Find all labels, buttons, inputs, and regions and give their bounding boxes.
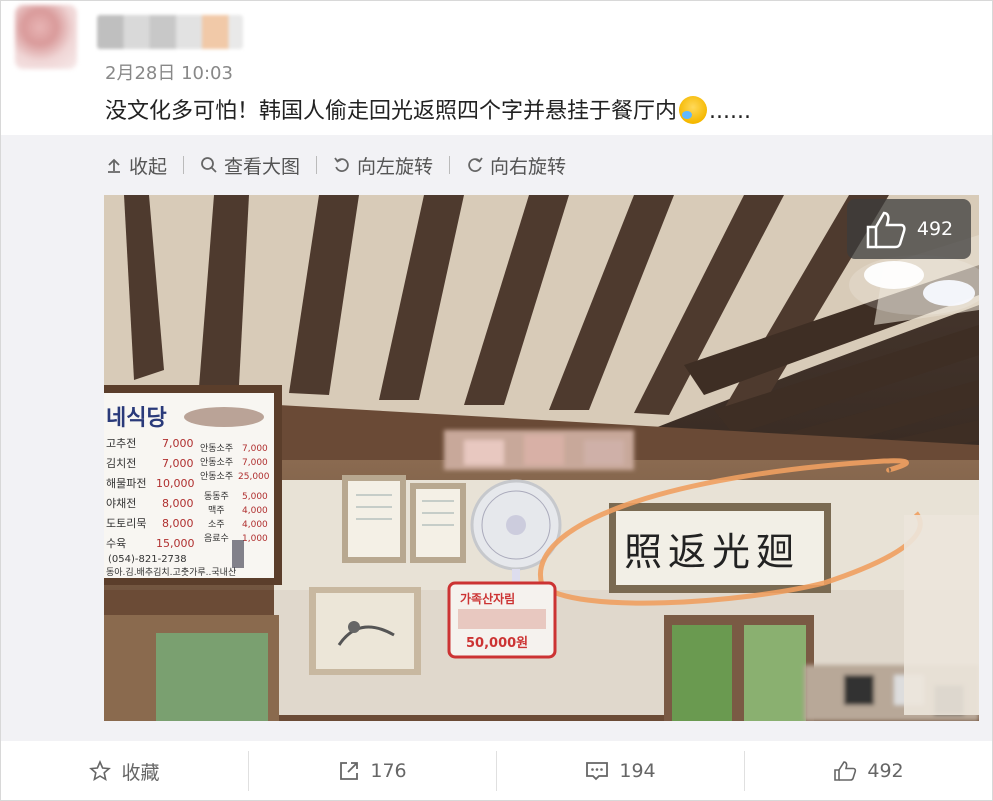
share-count: 176	[370, 760, 407, 782]
menu-right-price: 7,000	[242, 458, 268, 468]
comment-count: 194	[619, 760, 656, 782]
thumbs-up-icon	[834, 761, 857, 781]
menu-price: 8,000	[162, 517, 194, 530]
action-bar: 收藏 176 194 492	[1, 741, 992, 801]
plaque-calligraphy: 照返光廻	[624, 530, 800, 574]
menu-right-item: 소주	[208, 519, 225, 530]
favorite-label: 收藏	[121, 761, 160, 784]
rotate-right-button[interactable]: 向右旋转	[466, 152, 566, 179]
crying-laughing-emoji-icon	[679, 96, 708, 124]
menu-right-price: 4,000	[242, 506, 268, 516]
like-count: 492	[867, 760, 904, 782]
menu-right-item: 음료수	[204, 533, 229, 544]
share-button[interactable]: 176	[249, 751, 496, 791]
menu-right-item: 맥주	[208, 505, 225, 516]
photo-like-count: 492	[916, 218, 954, 240]
image-toolbar: 收起 查看大图 向左旋转 向右旋转	[105, 149, 566, 181]
toolbar-divider	[316, 156, 318, 174]
rotate-left-icon	[334, 157, 349, 172]
menu-right-item: 안동소주	[200, 443, 233, 454]
post-text-body: 没文化多可怕！韩国人偷走回光返照四个字并悬挂于餐厅内	[105, 99, 678, 124]
menu-price: 7,000	[162, 457, 194, 470]
menu-phone: (054)-821-2738	[108, 554, 187, 565]
rotate-right-icon	[468, 157, 483, 172]
menu-footer: 동아.김.배추김치.고춧가루..국내산	[106, 566, 236, 578]
post-text-ellipsis: ......	[709, 99, 751, 124]
view-large-label: 查看大图	[224, 155, 301, 178]
menu-right-item: 동동주	[204, 491, 229, 502]
menu-right-price: 7,000	[242, 444, 268, 454]
menu-item: 도토리묵	[106, 517, 146, 530]
menu-right-price: 4,000	[242, 520, 268, 530]
menu-right-price: 25,000	[238, 472, 270, 482]
menu-price: 15,000	[156, 537, 195, 550]
sign-title: 가족산자림	[460, 591, 515, 606]
username-blurred[interactable]	[97, 15, 243, 49]
weibo-post-card: 2月28日 10:03 没文化多可怕！韩国人偷走回光返照四个字并悬挂于餐厅内..…	[0, 0, 993, 801]
avatar[interactable]	[15, 5, 77, 69]
menu-price: 7,000	[162, 437, 194, 450]
rotate-left-label: 向左旋转	[357, 155, 434, 178]
collapse-button[interactable]: 收起	[105, 152, 167, 179]
favorite-button[interactable]: 收藏	[1, 751, 248, 791]
comment-button[interactable]: 194	[497, 751, 744, 791]
collapse-label: 收起	[129, 155, 168, 178]
share-icon	[340, 762, 359, 780]
search-icon	[201, 157, 217, 173]
post-timestamp[interactable]: 2月28日 10:03	[105, 59, 233, 85]
menu-item: 고추전	[106, 437, 136, 450]
star-icon	[89, 760, 112, 782]
menu-right-price: 1,000	[242, 534, 268, 544]
rotate-right-label: 向右旋转	[490, 155, 567, 178]
like-button[interactable]: 492	[745, 751, 992, 791]
menu-title: 네식당	[106, 406, 167, 431]
menu-right-item: 안동소주	[200, 471, 233, 482]
menu-right-price: 5,000	[242, 492, 268, 502]
menu-price: 8,000	[162, 497, 194, 510]
menu-price: 10,000	[156, 477, 195, 490]
menu-item: 김치전	[106, 457, 136, 470]
menu-item: 해물파전	[106, 476, 146, 490]
post-photo[interactable]: 네식당 고추전 7,000 김치전 7,000 해물파전 10,000 야채전 …	[104, 195, 979, 721]
collapse-arrow-icon	[108, 158, 120, 173]
menu-right-item: 안동소주	[200, 457, 233, 468]
sign-price: 50,000원	[466, 636, 528, 651]
rotate-left-button[interactable]: 向左旋转	[333, 152, 433, 179]
toolbar-divider	[449, 156, 451, 174]
comment-icon	[586, 762, 609, 781]
restaurant-interior-photo: 네식당 고추전 7,000 김치전 7,000 해물파전 10,000 야채전 …	[104, 195, 979, 721]
menu-item: 수육	[106, 537, 126, 550]
toolbar-divider	[183, 156, 185, 174]
menu-item: 야채전	[106, 497, 136, 510]
thumbs-up-icon	[866, 211, 906, 249]
post-text: 没文化多可怕！韩国人偷走回光返照四个字并悬挂于餐厅内......	[105, 93, 751, 125]
view-large-button[interactable]: 查看大图	[200, 152, 300, 179]
photo-like-badge[interactable]: 492	[847, 199, 971, 259]
